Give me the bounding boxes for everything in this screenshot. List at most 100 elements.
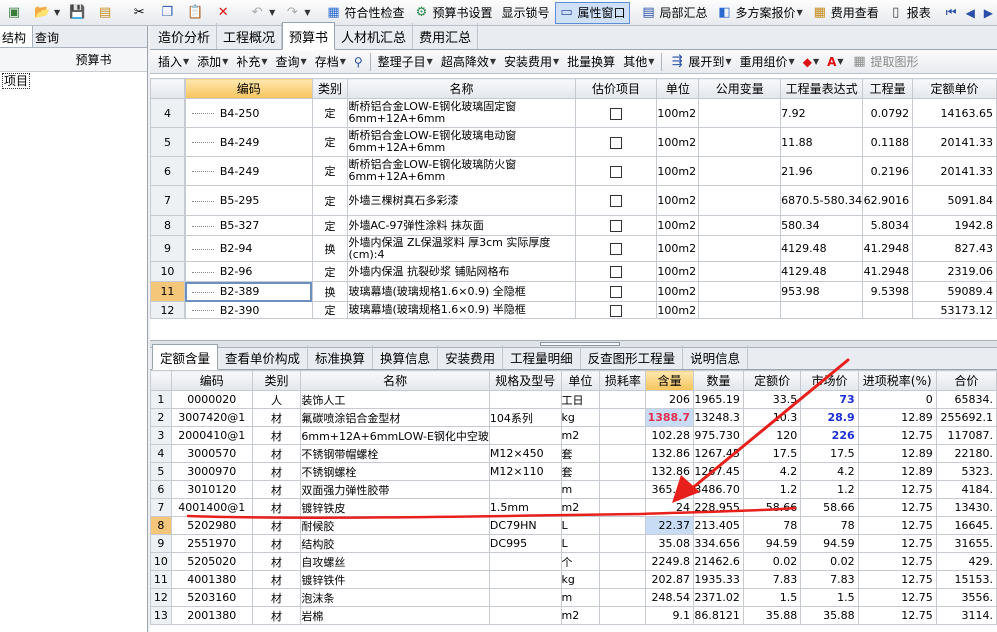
input-tax-rate[interactable]: 12.75 <box>857 480 937 499</box>
loss-rate[interactable] <box>599 570 647 589</box>
table-row[interactable]: 5 3000970 材不锈钢螺栓 M12×110 套 132.86 1267.45 4.2 4.… <box>150 462 997 481</box>
material-spec[interactable] <box>488 426 562 445</box>
material-code[interactable]: 5202980 <box>170 516 253 535</box>
market-price[interactable]: 28.9 <box>800 408 859 427</box>
material-unit[interactable]: kg <box>560 570 601 589</box>
material-code[interactable]: 2001380 <box>170 606 253 625</box>
checkbox[interactable] <box>610 220 622 232</box>
unit-price[interactable]: 20141.33 <box>912 156 997 186</box>
row-number[interactable]: 11 <box>150 570 172 589</box>
material-name[interactable]: 耐候胶 <box>300 516 490 535</box>
item-code[interactable]: B2-94 <box>184 235 313 262</box>
item-name[interactable]: 断桥铝合金LOW-E钢化玻璃固定窗6mm+12A+6mm <box>347 98 576 128</box>
budget-col-header[interactable]: 公用变量 <box>698 78 782 99</box>
quota-col-header[interactable]: 编码 <box>170 370 253 391</box>
row-number[interactable]: 4 <box>150 98 185 128</box>
row-number[interactable]: 7 <box>150 185 185 216</box>
total-price[interactable]: 16645. <box>935 516 997 535</box>
paste-icon[interactable]: 📋 <box>183 2 210 24</box>
quota-price[interactable]: 78 <box>742 516 802 535</box>
loss-rate[interactable] <box>599 534 647 553</box>
quantity-expression[interactable] <box>780 301 864 319</box>
report-button[interactable]: ▯ 报表 <box>884 2 935 24</box>
material-name[interactable]: 结构胶 <box>300 534 490 553</box>
row-number[interactable]: 11 <box>150 281 185 302</box>
material-content[interactable]: 206 <box>645 390 695 409</box>
total-price[interactable]: 117087. <box>935 426 997 445</box>
material-quantity[interactable]: 975.730 <box>693 426 744 445</box>
item-type[interactable]: 定 <box>311 215 349 236</box>
quantity[interactable]: 9.5398 <box>862 281 914 302</box>
material-type[interactable]: 材 <box>251 534 302 553</box>
binoculars-icon[interactable]: ⚲ <box>350 55 367 69</box>
row-number[interactable]: 6 <box>150 156 185 186</box>
material-quantity[interactable]: 2371.02 <box>693 588 744 607</box>
material-spec[interactable]: 104系列 <box>488 408 562 427</box>
material-unit[interactable]: m2 <box>560 498 601 517</box>
input-tax-rate[interactable]: 12.75 <box>857 588 937 607</box>
detail-tab[interactable]: 说明信息 <box>683 345 749 369</box>
detail-tab[interactable]: 工程量明细 <box>503 345 581 369</box>
quota-col-header[interactable]: 规格及型号 <box>488 370 562 391</box>
table-row[interactable]: 4 B4-250 定断桥铝合金LOW-E钢化玻璃固定窗6mm+12A+6mm 100m… <box>150 98 997 128</box>
material-code[interactable]: 3010120 <box>170 480 253 499</box>
quota-col-header[interactable]: 含量 <box>645 370 695 391</box>
checkbox[interactable] <box>610 286 622 298</box>
material-type[interactable]: 材 <box>251 606 302 625</box>
row-number[interactable]: 9 <box>150 235 185 262</box>
table-row[interactable]: 4 3000570 材不锈钢带帽螺栓 M12×450 套 132.86 1267.45 17.… <box>150 444 997 463</box>
detail-tab[interactable]: 安装费用 <box>438 345 504 369</box>
market-price[interactable]: 4.2 <box>800 462 859 481</box>
checkbox[interactable] <box>610 107 622 120</box>
material-quantity[interactable]: 1965.19 <box>693 390 744 409</box>
quota-col-header[interactable]: 合价 <box>935 370 997 391</box>
input-tax-rate[interactable]: 12.75 <box>857 570 937 589</box>
material-spec[interactable] <box>488 480 562 499</box>
input-tax-rate[interactable]: 12.89 <box>857 444 937 463</box>
quota-col-header[interactable]: 定额价 <box>742 370 802 391</box>
material-quantity[interactable]: 1267.45 <box>693 462 744 481</box>
total-price[interactable]: 22180. <box>935 444 997 463</box>
save-as-icon[interactable]: ▤ <box>93 2 120 24</box>
material-unit[interactable]: m2 <box>560 606 601 625</box>
input-tax-rate[interactable]: 12.75 <box>857 498 937 517</box>
input-tax-rate[interactable]: 0 <box>857 390 937 409</box>
detail-tab[interactable]: 查看单价构成 <box>218 345 309 369</box>
total-price[interactable]: 15153. <box>935 570 997 589</box>
table-row[interactable]: 6 3010120 材双面强力弹性胶带 m 365.48 3486.70 1.2 1.2 12.… <box>150 480 997 499</box>
common-variable[interactable] <box>698 127 782 157</box>
material-name[interactable]: 6mm+12A+6mmLOW-E钢化中空玻 <box>300 426 490 445</box>
table-row[interactable]: 1 0000020 人装饰人工 工日 206 1965.19 33.5 73 0 65834. <box>150 390 997 409</box>
total-price[interactable]: 3556. <box>935 588 997 607</box>
material-spec[interactable] <box>488 588 562 607</box>
query-button[interactable]: 查询 ▼ <box>272 53 311 70</box>
quantity-expression[interactable]: 7.92 <box>780 98 864 128</box>
item-name[interactable]: 玻璃幕墙(玻璃规格1.6×0.9) 全隐框 <box>347 281 576 302</box>
market-price[interactable]: 17.5 <box>800 444 859 463</box>
row-number[interactable]: 10 <box>150 552 172 571</box>
quantity[interactable]: 62.9016 <box>862 185 914 216</box>
estimate-checkbox[interactable] <box>574 281 658 302</box>
loss-rate[interactable] <box>599 390 647 409</box>
quantity[interactable]: 0.1188 <box>862 127 914 157</box>
item-type[interactable]: 换 <box>311 281 349 302</box>
estimate-checkbox[interactable] <box>574 301 658 319</box>
item-type[interactable]: 定 <box>311 185 349 216</box>
table-row[interactable]: 11 B2-389 换玻璃幕墙(玻璃规格1.6×0.9) 全隐框 100m2 953.9… <box>150 281 997 302</box>
row-number[interactable]: 6 <box>150 480 172 499</box>
cut-icon[interactable]: ✂ <box>127 2 154 24</box>
quota-price[interactable]: 35.88 <box>742 606 802 625</box>
table-row[interactable]: 7 4001400@1 材镀锌铁皮 1.5mm m2 24 228.955 58.66 58.6… <box>150 498 997 517</box>
row-number[interactable]: 12 <box>150 301 185 319</box>
quantity[interactable]: 0.0792 <box>862 98 914 128</box>
archive-button[interactable]: 存档 ▼ <box>311 53 350 70</box>
quantity-expression[interactable]: 21.96 <box>780 156 864 186</box>
item-name[interactable]: 外墙三棵树真石多彩漆 <box>347 185 576 216</box>
row-number[interactable]: 5 <box>150 127 185 157</box>
item-name[interactable]: 外墙内保温 抗裂砂浆 铺贴网格布 <box>347 261 576 282</box>
copy-icon[interactable]: ❐ <box>155 2 182 24</box>
unit-price[interactable]: 2319.06 <box>912 261 997 282</box>
quantity[interactable]: 41.2948 <box>862 235 914 262</box>
table-row[interactable]: 9 2551970 材结构胶 DC995 L 35.08 334.656 94.59 94.59… <box>150 534 997 553</box>
item-unit[interactable]: 100m2 <box>656 301 700 319</box>
